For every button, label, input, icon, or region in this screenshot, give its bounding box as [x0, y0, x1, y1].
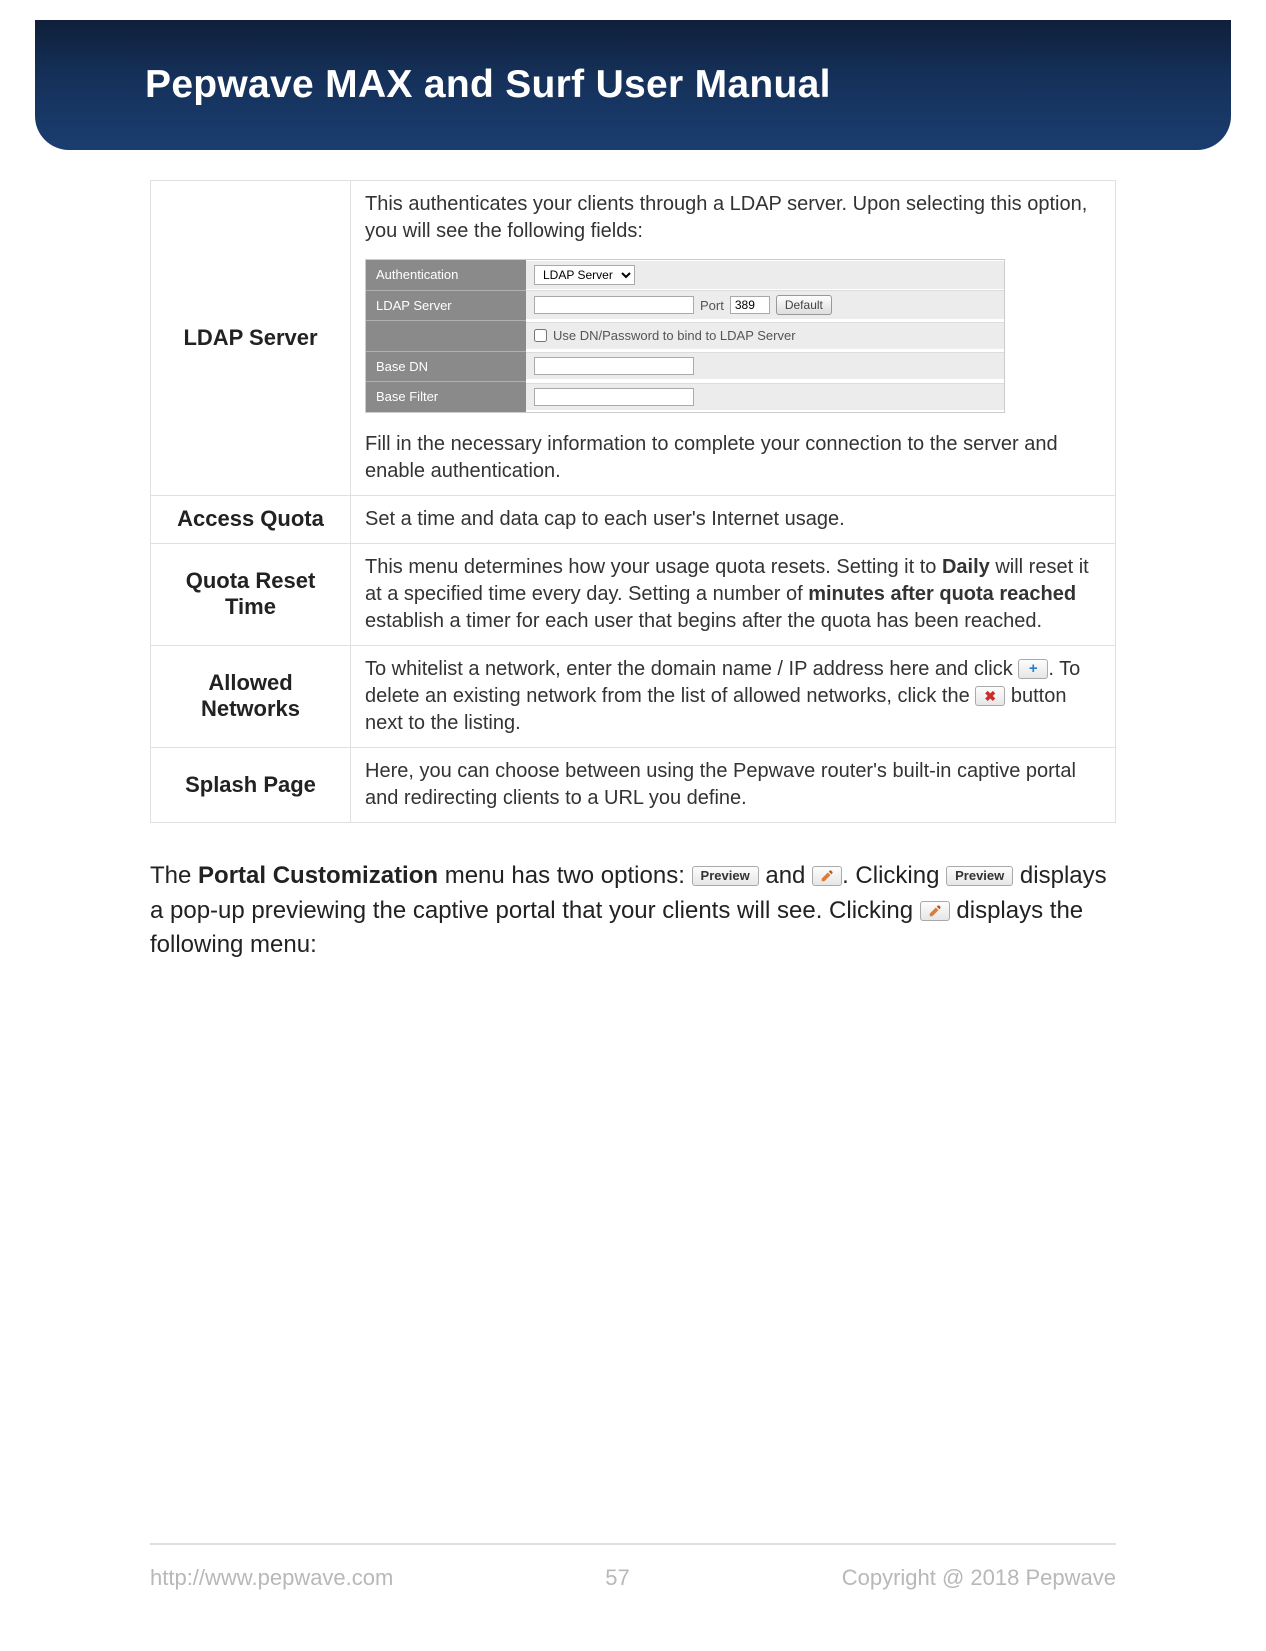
- ldap-use-dn-label: Use DN/Password to bind to LDAP Server: [553, 327, 796, 345]
- ldap-field-label-authentication: Authentication: [366, 260, 526, 290]
- quota-reset-bold-minutes: minutes after quota reached: [808, 583, 1076, 605]
- ldap-field-label-basefilter: Base Filter: [366, 381, 526, 412]
- ldap-field-label-spacer: [366, 320, 526, 351]
- allowed-text-1: To whitelist a network, enter the domain…: [365, 658, 1018, 680]
- ldap-use-dn-checkbox[interactable]: [534, 329, 547, 342]
- allowed-text-1b: .: [1048, 658, 1054, 680]
- ldap-server-input[interactable]: [534, 296, 694, 314]
- ldap-field-label-basedn: Base DN: [366, 351, 526, 382]
- desc-ldap-server: This authenticates your clients through …: [351, 181, 1116, 496]
- desc-quota-reset: This menu determines how your usage quot…: [351, 543, 1116, 645]
- row-quota-reset: Quota Reset Time This menu determines ho…: [151, 543, 1116, 645]
- label-ldap-server: LDAP Server: [151, 181, 351, 496]
- desc-allowed-networks: To whitelist a network, enter the domain…: [351, 645, 1116, 747]
- ldap-basedn-input[interactable]: [534, 357, 694, 375]
- footer-url: http://www.pepwave.com: [150, 1565, 393, 1591]
- row-allowed-networks: Allowed Networks To whitelist a network,…: [151, 645, 1116, 747]
- para-text-2: menu has two options:: [438, 862, 691, 889]
- footer-page-number: 57: [393, 1565, 841, 1591]
- delete-icon[interactable]: ✖: [975, 686, 1005, 706]
- ldap-auth-select[interactable]: LDAP Server: [534, 265, 635, 285]
- ldap-outro-text: Fill in the necessary information to com…: [365, 431, 1101, 485]
- preview-button-2[interactable]: Preview: [946, 866, 1013, 886]
- row-ldap-server: LDAP Server This authenticates your clie…: [151, 181, 1116, 496]
- label-allowed-networks: Allowed Networks: [151, 645, 351, 747]
- label-access-quota: Access Quota: [151, 495, 351, 543]
- edit-icon[interactable]: [812, 866, 842, 886]
- ldap-field-label-server: LDAP Server: [366, 290, 526, 321]
- page-footer: http://www.pepwave.com 57 Copyright @ 20…: [150, 1543, 1116, 1591]
- ldap-port-input[interactable]: [730, 296, 770, 314]
- preview-button[interactable]: Preview: [692, 866, 759, 886]
- ldap-intro-text: This authenticates your clients through …: [365, 191, 1101, 245]
- page-header: Pepwave MAX and Surf User Manual: [35, 20, 1231, 150]
- main-content: LDAP Server This authenticates your clie…: [150, 180, 1116, 963]
- ldap-basefilter-input[interactable]: [534, 388, 694, 406]
- quota-reset-bold-daily: Daily: [942, 556, 990, 578]
- ldap-config-screenshot: Authentication LDAP Server LDAP Server: [365, 259, 1005, 413]
- definitions-table: LDAP Server This authenticates your clie…: [150, 180, 1116, 823]
- edit-icon-2[interactable]: [920, 901, 950, 921]
- row-access-quota: Access Quota Set a time and data cap to …: [151, 495, 1116, 543]
- para-text-1: The: [150, 862, 198, 889]
- label-quota-reset: Quota Reset Time: [151, 543, 351, 645]
- quota-reset-text-3: establish a timer for each user that beg…: [365, 610, 1042, 632]
- desc-splash-page: Here, you can choose between using the P…: [351, 747, 1116, 822]
- para-bold-portal: Portal Customization: [198, 862, 438, 889]
- quota-reset-text-1: This menu determines how your usage quot…: [365, 556, 942, 578]
- page-title: Pepwave MAX and Surf User Manual: [145, 63, 831, 107]
- add-icon[interactable]: +: [1018, 659, 1048, 679]
- footer-copyright: Copyright @ 2018 Pepwave: [842, 1565, 1116, 1591]
- para-text-and: and: [759, 862, 812, 889]
- portal-customization-paragraph: The Portal Customization menu has two op…: [150, 859, 1116, 963]
- label-splash-page: Splash Page: [151, 747, 351, 822]
- ldap-default-button[interactable]: Default: [776, 295, 832, 315]
- ldap-port-label: Port: [700, 297, 724, 315]
- row-splash-page: Splash Page Here, you can choose between…: [151, 747, 1116, 822]
- desc-access-quota: Set a time and data cap to each user's I…: [351, 495, 1116, 543]
- para-text-3: . Clicking: [842, 862, 946, 889]
